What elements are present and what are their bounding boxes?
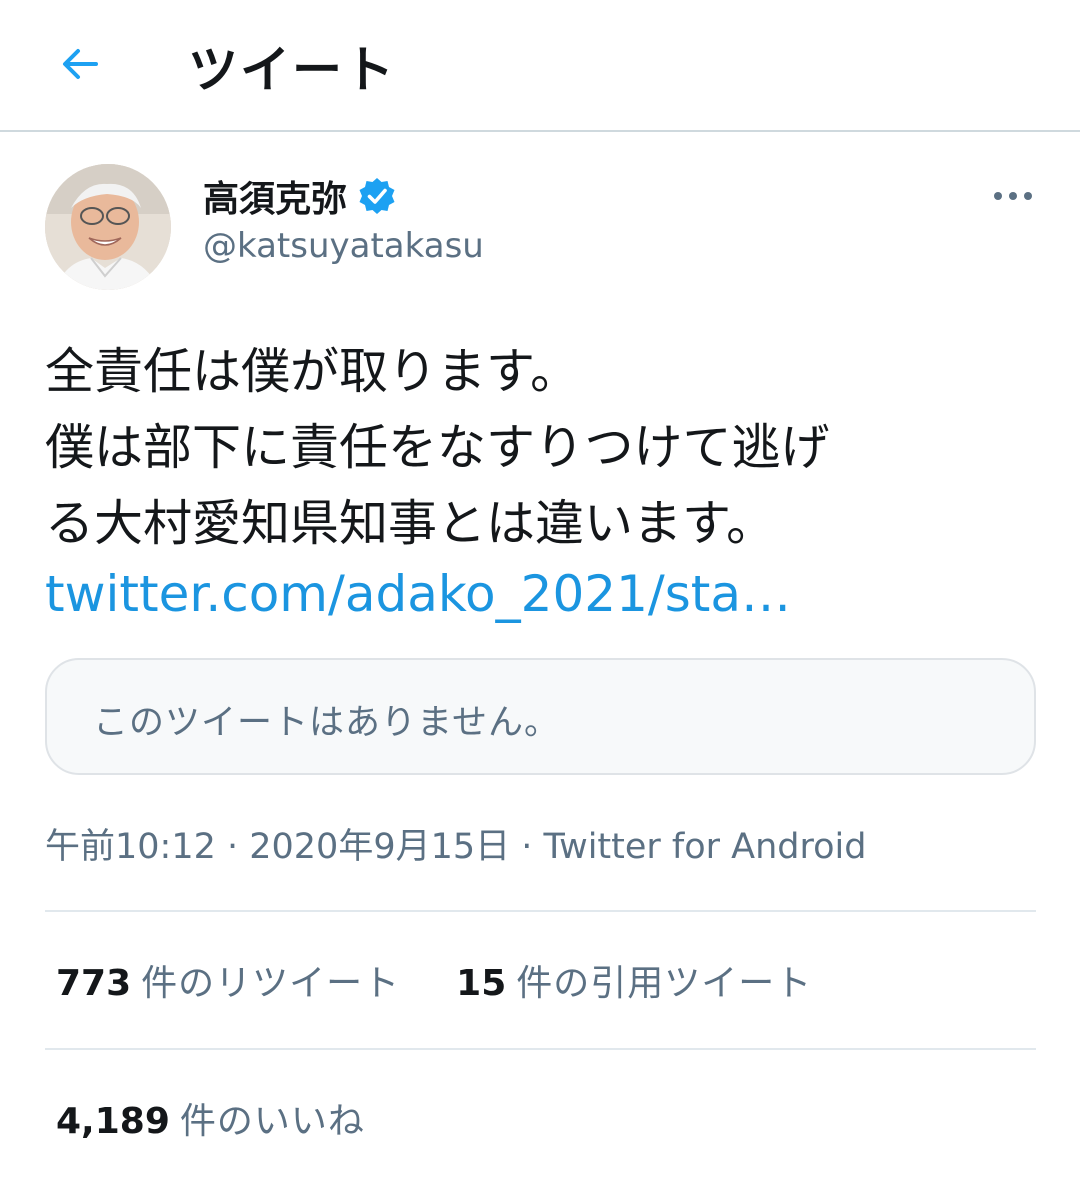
quote-tweet-stat[interactable]: 15 件の引用ツイート xyxy=(456,954,812,1006)
tweet-meta: 午前10:12 · 2020年9月15日 · Twitter for Andro… xyxy=(45,827,867,867)
tweet-text: 全責任は僕が取ります。 僕は部下に責任をなすりつけて逃げ る大村愛知県知事とは違… xyxy=(45,334,1045,562)
verified-badge-icon xyxy=(357,176,397,216)
divider xyxy=(45,910,1036,912)
display-name[interactable]: 高須克弥 xyxy=(203,170,347,222)
author-name-row[interactable]: 高須克弥 xyxy=(203,172,397,220)
quote-tweet-count: 15 xyxy=(456,963,507,1004)
quoted-tweet-card[interactable]: このツイートはありません。 xyxy=(45,658,1036,775)
user-handle[interactable]: @katsuyatakasu xyxy=(203,226,484,266)
tweet-stats: 773 件のリツイート 15 件の引用ツイート xyxy=(56,954,812,1006)
page-title: ツイート xyxy=(188,41,396,99)
top-app-bar: ツイート xyxy=(0,0,1080,132)
retweet-count: 773 xyxy=(56,963,132,1004)
likes-count: 4,189 xyxy=(56,1101,170,1142)
likes-label: 件のいいね xyxy=(179,1101,365,1142)
quoted-tweet-unavailable-text: このツイートはありません。 xyxy=(93,703,560,743)
tweet-link[interactable]: twitter.com/adako_2021/sta… xyxy=(45,560,791,628)
tweet-text-line: る大村愛知県知事とは違います。 xyxy=(45,495,776,552)
tweet-text-line: 僕は部下に責任をなすりつけて逃げ xyxy=(45,419,830,476)
divider xyxy=(45,1048,1036,1050)
likes-stat[interactable]: 4,189 件のいいね xyxy=(56,1092,365,1144)
retweet-stat[interactable]: 773 件のリツイート xyxy=(56,954,400,1006)
retweet-label: 件のリツイート xyxy=(141,963,401,1004)
quote-tweet-label: 件の引用ツイート xyxy=(516,963,813,1004)
tweet-text-line: 全責任は僕が取ります。 xyxy=(45,343,580,400)
avatar[interactable] xyxy=(45,164,171,290)
arrow-left-icon[interactable] xyxy=(52,36,108,92)
more-dots-icon[interactable] xyxy=(990,178,1036,214)
